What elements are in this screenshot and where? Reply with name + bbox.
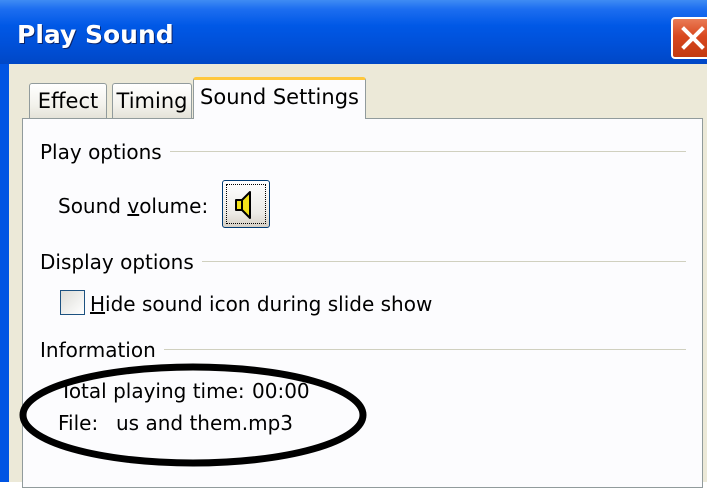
title-bar: Play Sound xyxy=(0,0,707,64)
total-playing-time-value: 00:00 xyxy=(252,379,310,403)
tab-effect[interactable]: Effect xyxy=(29,83,107,119)
hide-sound-icon-label[interactable]: Hide sound icon during slide show xyxy=(90,292,432,316)
sound-volume-label: Sound volume: xyxy=(58,194,209,218)
close-button[interactable] xyxy=(671,17,707,59)
file-label: File: xyxy=(58,411,99,435)
tab-sound-settings[interactable]: Sound Settings xyxy=(193,77,366,119)
display-options-label: Display options xyxy=(40,250,202,274)
tab-timing[interactable]: Timing xyxy=(112,83,192,119)
information-label: Information xyxy=(40,338,164,362)
play-options-label: Play options xyxy=(40,140,170,164)
window-frame-left xyxy=(0,64,9,482)
sound-volume-button[interactable] xyxy=(222,180,270,228)
file-name-value: us and them.mp3 xyxy=(116,411,294,435)
hide-sound-icon-checkbox[interactable] xyxy=(60,290,85,315)
speaker-icon xyxy=(235,191,251,219)
close-icon xyxy=(681,26,705,50)
total-playing-time-label: Total playing time: xyxy=(60,379,245,403)
window-title: Play Sound xyxy=(17,20,174,49)
